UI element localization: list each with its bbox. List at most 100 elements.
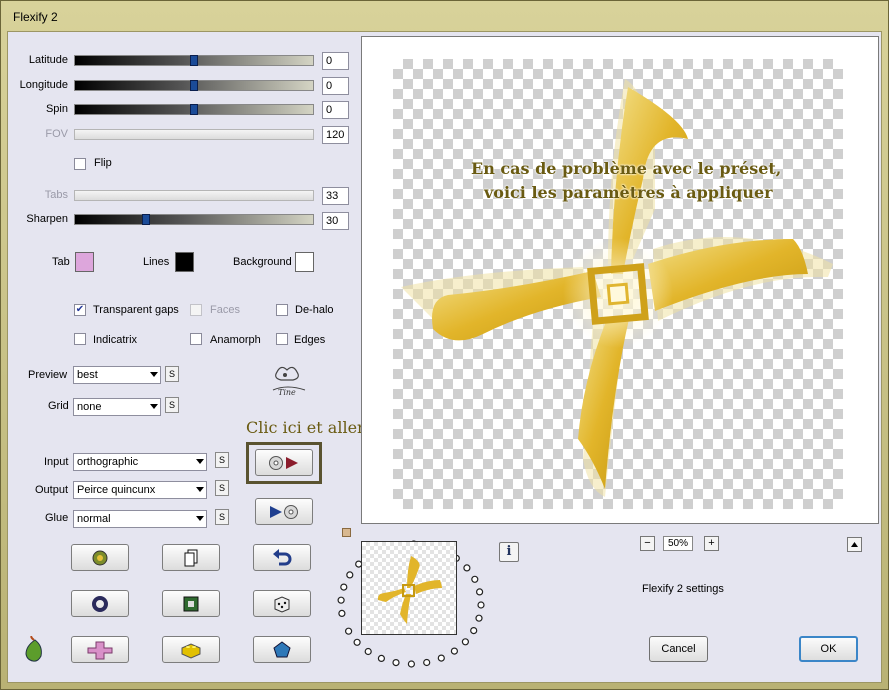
save-preset-button[interactable] <box>255 498 313 525</box>
gem-button[interactable] <box>253 636 311 663</box>
navigator-handle[interactable] <box>342 528 351 537</box>
glue-select[interactable]: normal <box>73 510 207 528</box>
grid-s-button[interactable]: S <box>165 397 179 413</box>
frame-button[interactable] <box>162 590 220 617</box>
longitude-value[interactable]: 0 <box>322 77 349 95</box>
spin-slider[interactable] <box>74 104 314 115</box>
navigator-dot[interactable] <box>437 654 445 662</box>
faces-checkbox <box>190 304 202 316</box>
navigator-dot[interactable] <box>353 638 361 646</box>
longitude-label: Longitude <box>19 79 68 91</box>
indicatrix-checkbox[interactable] <box>74 333 86 345</box>
chevron-down-icon <box>150 372 158 377</box>
sharpen-value[interactable]: 30 <box>322 212 349 230</box>
load-preset-button[interactable] <box>255 449 313 476</box>
sharpen-label: Sharpen <box>26 213 68 225</box>
fov-slider <box>74 129 314 140</box>
tabs-label: Tabs <box>44 189 68 201</box>
navigator-thumbnail[interactable] <box>361 541 457 635</box>
chevron-down-icon <box>150 404 158 409</box>
longitude-slider[interactable] <box>74 80 314 91</box>
grid-select-label: Grid <box>48 400 69 412</box>
tine-logo: Tine <box>272 366 306 397</box>
zoom-out-button[interactable]: − <box>640 536 655 551</box>
reset-ring-button[interactable] <box>71 590 129 617</box>
dialog-client-area: Latitude 0 Longitude 0 Spin 0 FOV 120 Fl… <box>7 31 882 683</box>
latitude-slider-thumb[interactable] <box>190 55 198 66</box>
glue-s-button[interactable]: S <box>215 509 229 525</box>
navigator-dot[interactable] <box>470 626 478 635</box>
lines-color-swatch[interactable] <box>175 252 194 272</box>
grid-select[interactable]: none <box>73 398 161 416</box>
zoom-in-button[interactable]: + <box>704 536 719 551</box>
plus-shape-button[interactable] <box>71 636 129 663</box>
latitude-value[interactable]: 0 <box>322 52 349 70</box>
lines-color-label: Lines <box>143 256 170 268</box>
spin-slider-thumb[interactable] <box>190 104 198 115</box>
faces-label: Faces <box>210 304 240 316</box>
background-color-label: Background <box>233 256 292 268</box>
navigator-dot[interactable] <box>471 575 479 583</box>
sharpen-slider[interactable] <box>74 214 314 225</box>
navigator-dot[interactable] <box>450 647 459 655</box>
output-select-label: Output <box>35 484 69 496</box>
input-value: orthographic <box>77 456 139 468</box>
preview-annotation-line1: En cas de problème avec le préset, <box>471 159 782 178</box>
tab-color-label: Tab <box>52 256 70 268</box>
input-select-label: Input <box>44 456 69 468</box>
navigator-dot[interactable] <box>475 614 483 622</box>
randomize-button[interactable] <box>71 544 129 571</box>
navigator-dot[interactable] <box>364 647 372 656</box>
input-select[interactable]: orthographic <box>73 453 207 471</box>
navigator-dot[interactable] <box>392 658 400 667</box>
preview-quality-select[interactable]: best <box>73 366 161 384</box>
navigator-dot[interactable] <box>346 571 354 579</box>
expand-panel-button[interactable] <box>847 537 862 552</box>
longitude-slider-thumb[interactable] <box>190 80 198 91</box>
de-halo-checkbox[interactable] <box>276 304 288 316</box>
copy-button[interactable] <box>162 544 220 571</box>
navigator-dot[interactable] <box>377 654 386 663</box>
navigator-dot[interactable] <box>345 627 353 635</box>
copy-icon <box>184 549 198 566</box>
input-s-button[interactable]: S <box>215 452 229 468</box>
latitude-label: Latitude <box>28 54 68 66</box>
flexify-result-image <box>401 79 833 497</box>
navigator-thumbnail-image <box>377 556 442 624</box>
navigator-dot[interactable] <box>476 588 484 596</box>
preview-s-button[interactable]: S <box>165 366 179 382</box>
output-select[interactable]: Peirce quincunx <box>73 481 207 499</box>
navigator-dot[interactable] <box>463 564 471 572</box>
cancel-button[interactable]: Cancel <box>649 636 708 662</box>
info-button[interactable]: i <box>499 542 519 562</box>
output-s-button[interactable]: S <box>215 480 229 496</box>
navigator-dot[interactable] <box>423 658 431 667</box>
latitude-slider[interactable] <box>74 55 314 66</box>
navigator-dot[interactable] <box>407 660 416 668</box>
transparent-gaps-label: Transparent gaps <box>93 304 179 316</box>
flip-checkbox[interactable] <box>74 158 86 170</box>
sharpen-slider-thumb[interactable] <box>142 214 151 225</box>
fov-label: FOV <box>45 128 68 140</box>
random-dice-button[interactable] <box>253 590 311 617</box>
background-color-swatch[interactable] <box>295 252 314 272</box>
spin-label: Spin <box>45 103 68 115</box>
transparent-gaps-checkbox[interactable]: ✔ <box>74 304 86 316</box>
chevron-down-icon <box>196 487 204 492</box>
undo-button[interactable] <box>253 544 311 571</box>
main-preview-canvas[interactable]: En cas de problème avec le préset, voici… <box>361 36 879 524</box>
navigator-dot[interactable] <box>477 601 485 609</box>
spin-value[interactable]: 0 <box>322 101 349 119</box>
tab-color-swatch[interactable] <box>75 252 94 272</box>
transparency-checkerboard <box>393 59 843 509</box>
navigator-dot[interactable] <box>337 596 345 604</box>
tabs-slider <box>74 190 314 201</box>
navigator-dot[interactable] <box>461 638 469 646</box>
navigator-dot[interactable] <box>340 583 348 591</box>
anamorph-checkbox[interactable] <box>190 333 202 345</box>
edges-checkbox[interactable] <box>276 333 288 345</box>
brick-button[interactable] <box>162 636 220 663</box>
ok-button[interactable]: OK <box>799 636 858 662</box>
chevron-up-icon <box>851 542 858 547</box>
navigator-dot[interactable] <box>338 609 346 618</box>
